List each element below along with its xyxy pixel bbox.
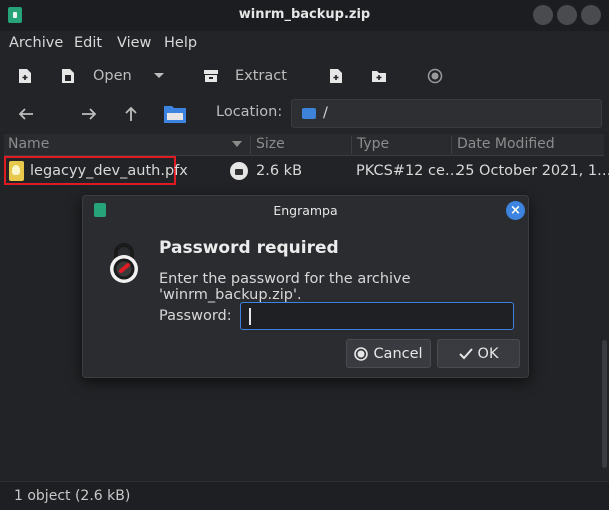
column-header: Name Size Type Date Modified [4, 134, 604, 156]
open-button[interactable]: Open [60, 57, 132, 95]
file-name: legacyy_dev_auth.pfx [30, 163, 188, 179]
extract-label: Extract [235, 68, 287, 84]
up-button[interactable] [124, 95, 138, 133]
cancel-label: Cancel [373, 345, 423, 362]
password-input[interactable] [240, 302, 514, 330]
status-text: 1 object (2.6 kB) [14, 488, 131, 504]
close-window-button[interactable] [581, 5, 601, 25]
column-size[interactable]: Size [256, 136, 285, 152]
arrow-left-icon [18, 108, 33, 120]
file-date-modified: 25 October 2021, 1… [456, 163, 609, 179]
file-type: PKCS#12 ce… [356, 163, 460, 179]
extract-button[interactable]: Extract [203, 57, 287, 95]
window-title: winrm_backup.zip [238, 7, 371, 22]
stop-icon [427, 68, 443, 84]
ok-label: OK [477, 345, 499, 362]
padlock-icon [110, 243, 138, 283]
certificate-file-icon [9, 161, 24, 181]
home-folder-button[interactable] [163, 95, 187, 133]
toolbar: Open Extract [0, 57, 609, 95]
ok-button[interactable]: OK [437, 339, 520, 368]
add-files-button[interactable] [329, 57, 343, 95]
folder-icon [302, 108, 316, 119]
dialog-message: Enter the password for the archive 'winr… [159, 271, 411, 303]
new-archive-button[interactable] [18, 57, 32, 95]
add-folder-icon [372, 71, 386, 82]
cancel-button[interactable]: Cancel [346, 339, 431, 368]
location-input[interactable]: / [291, 99, 602, 128]
dialog-title: Engrampa [273, 203, 338, 218]
title-bar: winrm_backup.zip [0, 0, 609, 31]
menu-help[interactable]: Help [164, 35, 197, 51]
location-label: Location: [216, 104, 283, 120]
column-divider[interactable] [351, 136, 352, 154]
column-date-modified[interactable]: Date Modified [457, 136, 555, 152]
extract-icon [204, 70, 218, 82]
open-label: Open [93, 68, 132, 84]
forward-button[interactable] [81, 95, 97, 133]
arrow-right-icon [82, 108, 97, 120]
status-bar: 1 object (2.6 kB) [0, 481, 609, 510]
menu-edit[interactable]: Edit [74, 35, 102, 51]
add-file-icon [330, 69, 342, 83]
chevron-down-icon [154, 73, 164, 78]
new-archive-icon [19, 69, 31, 83]
cancel-icon [354, 346, 369, 361]
minimize-button[interactable] [533, 5, 553, 25]
table-row[interactable]: legacyy_dev_auth.pfx 2.6 kB PKCS#12 ce… … [4, 156, 609, 186]
open-dropdown-button[interactable] [153, 57, 165, 95]
scrollbar[interactable] [602, 340, 607, 468]
column-type[interactable]: Type [357, 136, 389, 152]
text-caret [249, 308, 251, 325]
back-button[interactable] [18, 95, 34, 133]
file-size: 2.6 kB [256, 163, 303, 179]
folder-icon [164, 106, 186, 123]
arrow-up-icon [125, 106, 137, 121]
open-archive-icon [62, 69, 74, 83]
dialog-close-button[interactable]: × [506, 201, 525, 220]
add-folder-button[interactable] [371, 57, 387, 95]
location-bar: Location: / [0, 95, 609, 133]
location-path: / [323, 105, 328, 121]
column-divider[interactable] [451, 136, 452, 154]
column-divider[interactable] [250, 136, 251, 154]
password-dialog: Engrampa × Password required Enter the p… [82, 195, 529, 378]
lock-icon [230, 162, 248, 180]
checkmark-icon [458, 347, 473, 359]
maximize-button[interactable] [557, 5, 577, 25]
dialog-title-bar: Engrampa × [83, 196, 528, 224]
sort-chevron-down-icon [232, 141, 242, 147]
password-label: Password: [159, 308, 232, 324]
dialog-heading: Password required [159, 238, 339, 258]
stop-button[interactable] [427, 57, 443, 95]
column-name[interactable]: Name [8, 136, 49, 152]
menu-view[interactable]: View [117, 35, 151, 51]
menu-archive[interactable]: Archive [9, 35, 63, 51]
menu-bar: Archive Edit View Help [0, 31, 609, 57]
